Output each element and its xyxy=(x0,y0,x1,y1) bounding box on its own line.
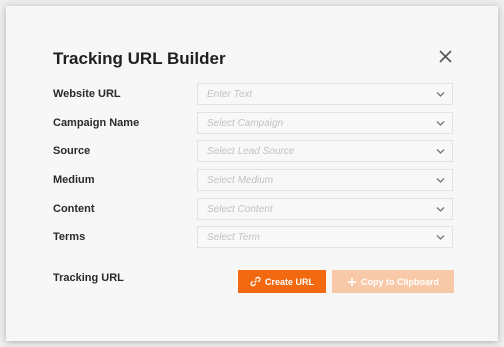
field-terms: Terms Select Term xyxy=(6,226,498,250)
field-content: Content Select Content xyxy=(6,198,498,222)
website-url-label: Website URL xyxy=(53,88,121,100)
close-icon[interactable] xyxy=(436,47,456,67)
campaign-name-placeholder: Select Campaign xyxy=(207,118,284,129)
link-icon xyxy=(250,276,261,287)
plus-icon xyxy=(348,277,356,286)
field-medium: Medium Select Medium xyxy=(6,169,498,193)
chevron-down-icon xyxy=(436,235,445,240)
terms-select[interactable]: Select Term xyxy=(197,226,453,248)
create-url-button[interactable]: Create URL xyxy=(238,270,326,293)
chevron-down-icon xyxy=(436,92,445,97)
field-source: Source Select Lead Source xyxy=(6,140,498,164)
content-label: Content xyxy=(53,203,95,215)
chevron-down-icon xyxy=(436,178,445,183)
terms-placeholder: Select Term xyxy=(207,232,260,243)
field-website-url: Website URL Enter Text xyxy=(6,83,498,107)
source-select[interactable]: Select Lead Source xyxy=(197,140,453,162)
website-url-input[interactable]: Enter Text xyxy=(197,83,453,105)
tracking-url-dialog: Tracking URL Builder Website URL Enter T… xyxy=(6,6,498,341)
chevron-down-icon xyxy=(436,121,445,126)
terms-label: Terms xyxy=(53,231,86,243)
copy-to-clipboard-button[interactable]: Copy to Clipboard xyxy=(332,270,454,293)
copy-to-clipboard-label: Copy to Clipboard xyxy=(361,276,439,287)
medium-select[interactable]: Select Medium xyxy=(197,169,453,191)
medium-label: Medium xyxy=(53,174,95,186)
field-campaign-name: Campaign Name Select Campaign xyxy=(6,112,498,136)
medium-placeholder: Select Medium xyxy=(207,175,274,186)
source-placeholder: Select Lead Source xyxy=(207,146,295,157)
campaign-name-select[interactable]: Select Campaign xyxy=(197,112,453,134)
chevron-down-icon xyxy=(436,149,445,154)
source-label: Source xyxy=(53,145,91,157)
tracking-url-label: Tracking URL xyxy=(53,272,124,284)
website-url-placeholder: Enter Text xyxy=(207,89,253,100)
content-select[interactable]: Select Content xyxy=(197,198,453,220)
content-placeholder: Select Content xyxy=(207,204,273,215)
create-url-label: Create URL xyxy=(264,276,314,287)
dialog-title: Tracking URL Builder xyxy=(53,49,226,68)
chevron-down-icon xyxy=(436,207,445,212)
campaign-name-label: Campaign Name xyxy=(53,117,140,129)
